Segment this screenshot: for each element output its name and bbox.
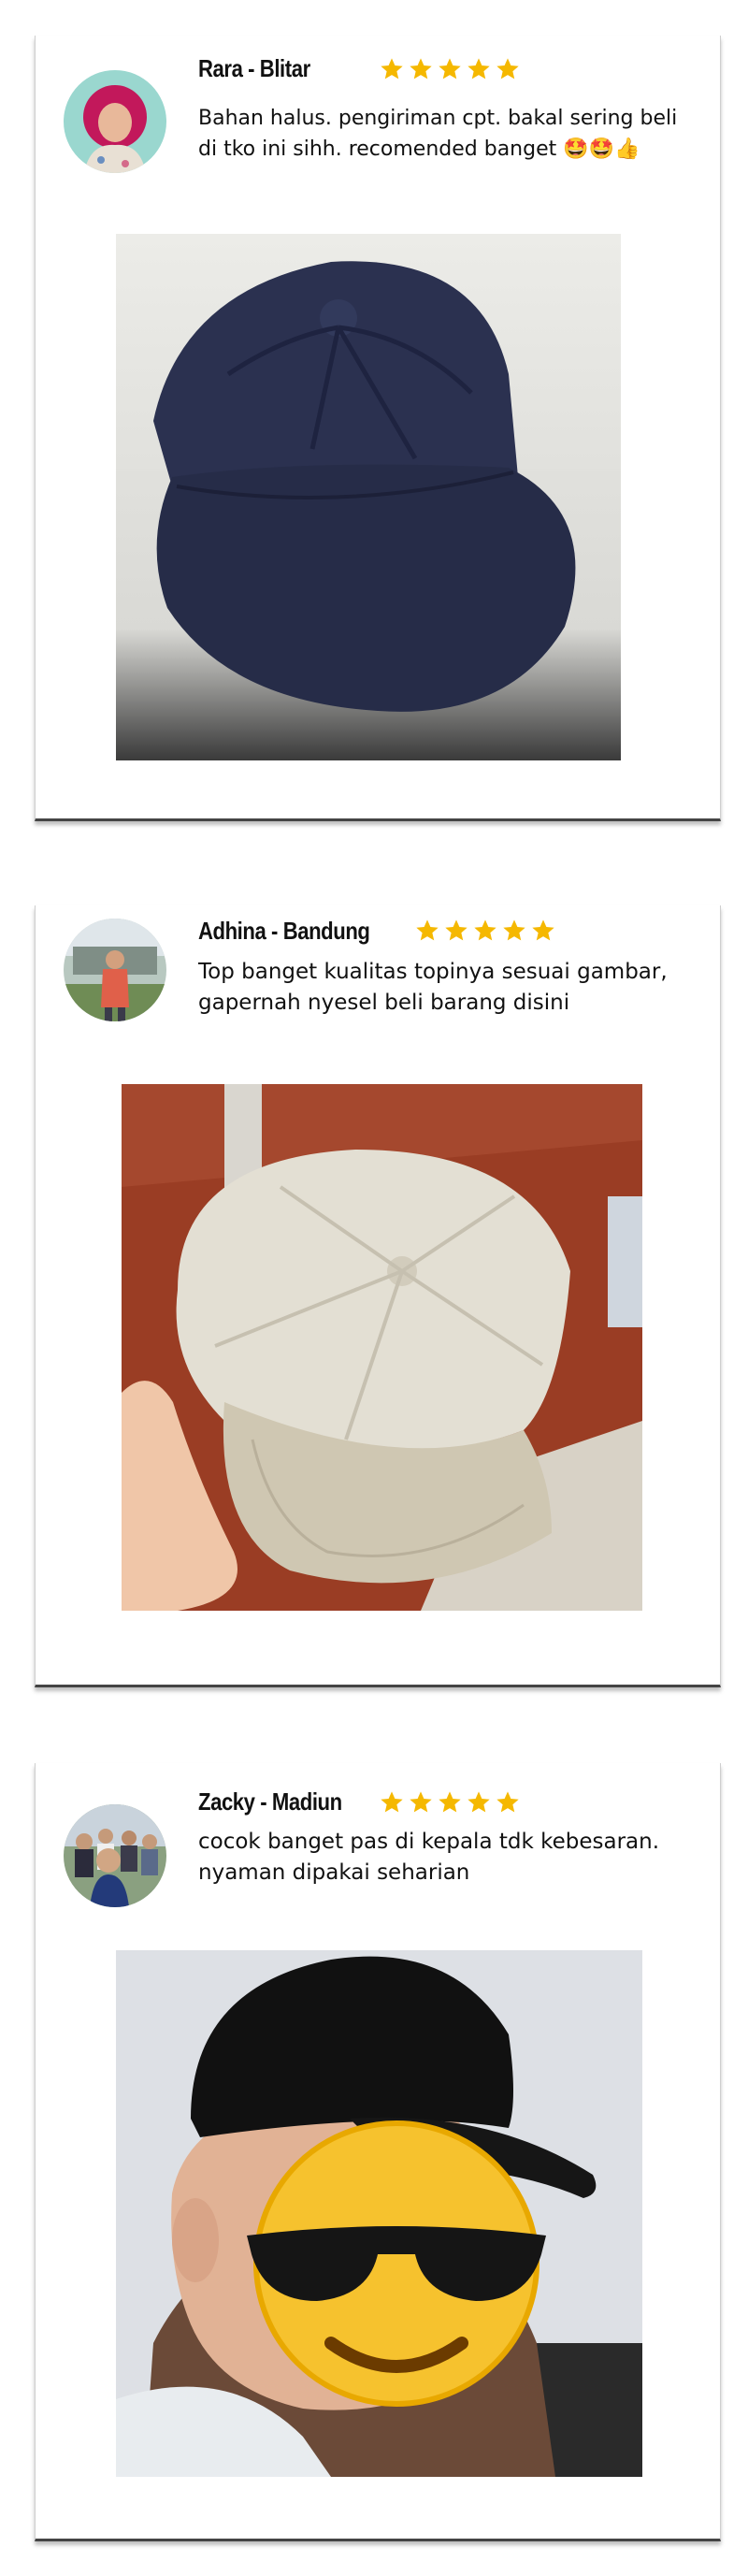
reviewer-avatar bbox=[64, 919, 166, 1021]
review-text: cocok banget pas di kepala tdk kebesaran… bbox=[198, 1827, 659, 1889]
star-icon bbox=[439, 1791, 461, 1813]
review-photo bbox=[116, 1950, 642, 2477]
star-icon bbox=[468, 1791, 490, 1813]
review-line: Top banget kualitas topinya sesuai gamba… bbox=[198, 960, 668, 984]
review-photo bbox=[116, 234, 621, 760]
star-rating bbox=[379, 56, 521, 82]
reviewer-name: Rara - Blitar bbox=[198, 54, 310, 82]
star-icon bbox=[439, 58, 461, 80]
star-icon bbox=[381, 1791, 403, 1813]
reviewer-avatar bbox=[64, 1804, 166, 1907]
review-line: di tko ini sihh. recomended banget 🤩🤩👍 bbox=[198, 137, 640, 161]
review-card: Adhina - Bandung Top banget kualitas top… bbox=[35, 905, 721, 1687]
star-icon bbox=[503, 919, 525, 941]
star-icon bbox=[445, 919, 468, 941]
review-text: Bahan halus. pengiriman cpt. bakal serin… bbox=[198, 103, 677, 165]
star-icon bbox=[468, 58, 490, 80]
review-line: cocok banget pas di kepala tdk kebesaran… bbox=[198, 1830, 660, 1854]
star-icon bbox=[410, 1791, 432, 1813]
star-icon bbox=[532, 919, 554, 941]
reviewer-name: Adhina - Bandung bbox=[198, 917, 370, 945]
review-line: gapernah nyesel beli barang disini bbox=[198, 991, 570, 1015]
star-icon bbox=[496, 58, 519, 80]
star-icon bbox=[416, 919, 439, 941]
review-text: Top banget kualitas topinya sesuai gamba… bbox=[198, 957, 668, 1019]
review-card: Rara - Blitar Bahan halus. pengiriman cp… bbox=[35, 36, 721, 821]
review-card: Zacky - Madiun cocok banget pas di kepal… bbox=[35, 1763, 721, 2541]
review-line: nyaman dipakai seharian bbox=[198, 1860, 470, 1885]
star-icon bbox=[474, 919, 496, 941]
star-icon bbox=[410, 58, 432, 80]
review-photo bbox=[122, 1084, 642, 1611]
review-line: Bahan halus. pengiriman cpt. bakal serin… bbox=[198, 107, 678, 130]
star-icon bbox=[381, 58, 403, 80]
reviewer-name: Zacky - Madiun bbox=[198, 1787, 342, 1816]
star-icon bbox=[496, 1791, 519, 1813]
star-rating bbox=[414, 918, 556, 944]
reviewer-avatar bbox=[64, 70, 166, 173]
star-rating bbox=[379, 1789, 521, 1816]
